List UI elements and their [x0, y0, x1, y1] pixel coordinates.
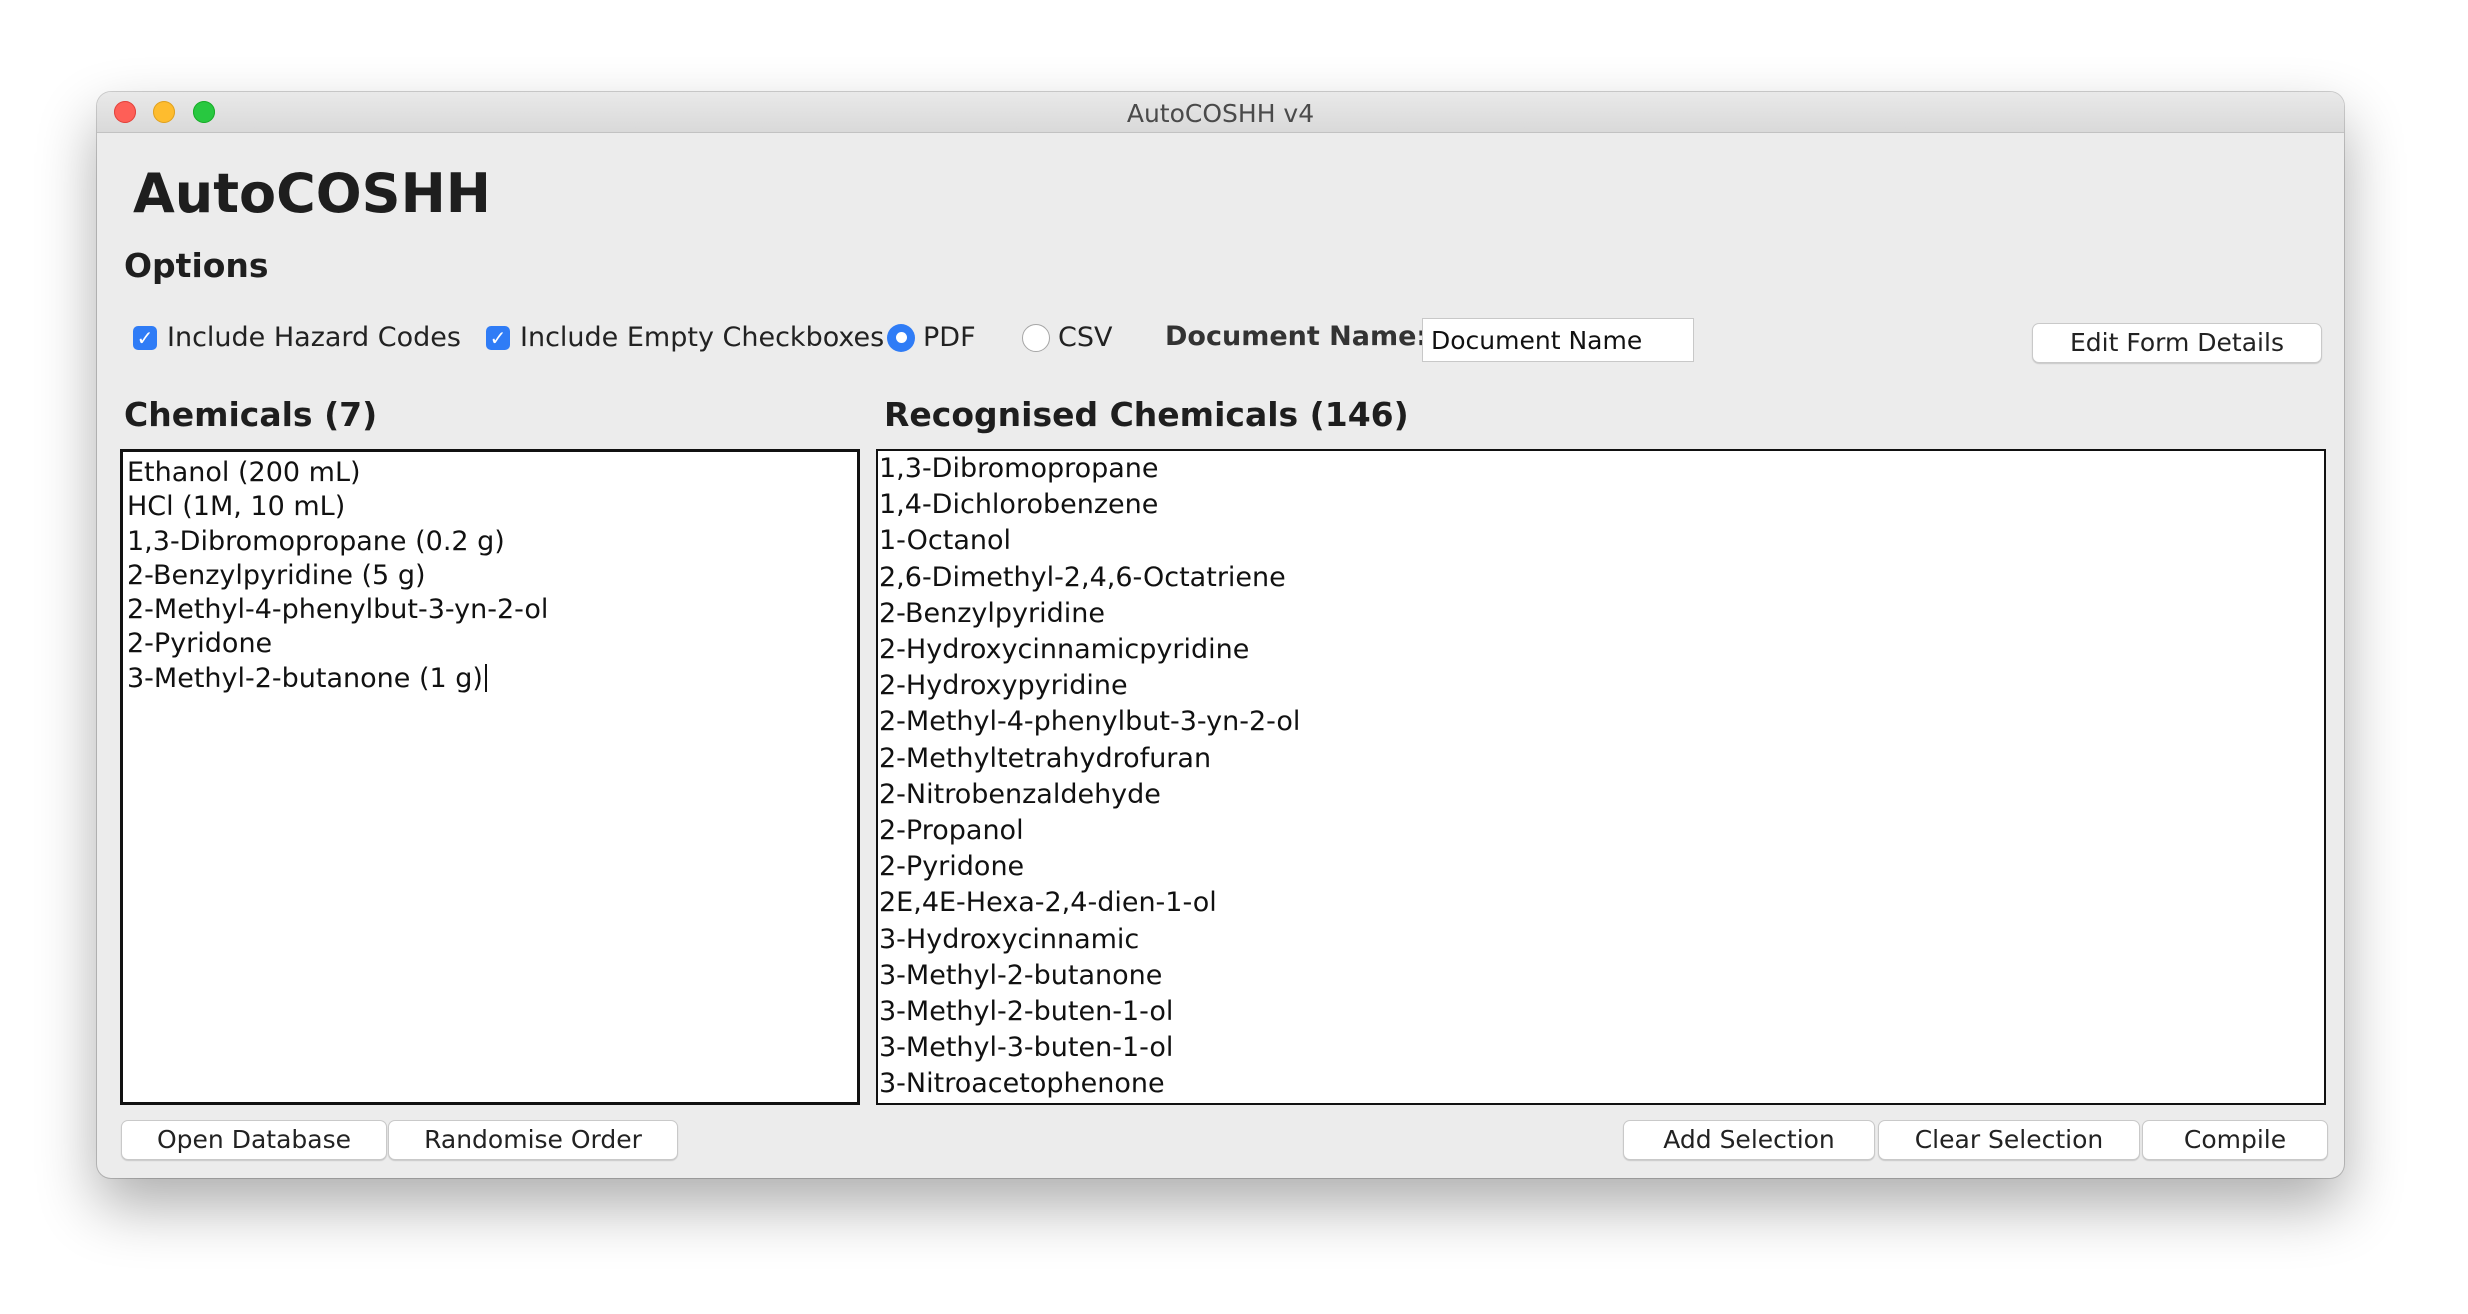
format-csv-label: CSV	[1058, 322, 1113, 353]
list-item[interactable]: 1,4-Dichlorobenzene	[879, 487, 2323, 523]
list-item[interactable]: 2-Nitrobenzaldehyde	[879, 777, 2323, 813]
radio-unselected-icon	[1022, 323, 1050, 352]
list-item[interactable]: 3-Methyl-3-buten-1-ol	[879, 1030, 2323, 1066]
format-csv-radio[interactable]: CSV	[1022, 322, 1112, 353]
list-item[interactable]: 2-Propanol	[879, 813, 2323, 849]
list-item[interactable]: 3-Nitroacetophenone	[879, 1066, 2323, 1102]
text-cursor	[484, 663, 487, 692]
list-item[interactable]: 2-Hydroxypyridine	[879, 668, 2323, 704]
list-item[interactable]: 3-Hydroxycinnamic	[879, 922, 2323, 958]
chemical-line-last: 3-Methyl-2-butanone (1 g)	[127, 662, 853, 696]
include-empty-checkboxes-label: Include Empty Checkboxes	[520, 322, 885, 353]
chemicals-text-area[interactable]: Ethanol (200 mL) HCl (1M, 10 mL) 1,3-Dib…	[120, 449, 860, 1105]
chemical-line: 1,3-Dibromopropane (0.2 g)	[127, 525, 505, 557]
recognised-chemicals-heading: Recognised Chemicals (146)	[884, 395, 1409, 434]
chemical-line: Ethanol (200 mL)	[127, 457, 361, 488]
add-selection-button[interactable]: Add Selection	[1623, 1120, 1875, 1160]
document-name-input[interactable]	[1422, 318, 1694, 362]
title-bar[interactable]: AutoCOSHH v4	[97, 92, 2344, 133]
recognised-chemicals-list[interactable]: 1,3-Dibromopropane 1,4-Dichlorobenzene 1…	[876, 449, 2326, 1105]
list-item[interactable]: 3-Methyl-2-buten-1-ol	[879, 994, 2323, 1030]
randomise-order-button[interactable]: Randomise Order	[388, 1120, 678, 1160]
document-name-label: Document Name:	[1165, 321, 1428, 352]
list-item[interactable]: 1-Octanol	[879, 523, 2323, 559]
chemical-line: 2-Benzylpyridine (5 g)	[127, 559, 426, 591]
chemical-line: HCl (1M, 10 mL)	[127, 491, 346, 523]
chemicals-heading: Chemicals (7)	[124, 395, 378, 434]
list-item[interactable]: 2-Methyltetrahydrofuran	[879, 741, 2323, 777]
list-item[interactable]: 2-Methyl-4-phenylbut-3-yn-2-ol	[879, 704, 2323, 740]
format-pdf-label: PDF	[923, 322, 976, 353]
window-title: AutoCOSHH v4	[1126, 99, 1315, 128]
format-pdf-radio[interactable]: PDF	[887, 322, 976, 353]
list-item[interactable]: 2-Pyridone	[879, 849, 2323, 885]
list-item[interactable]: 2E,4E-Hexa-2,4-dien-1-ol	[879, 885, 2323, 921]
radio-selected-icon	[887, 323, 915, 352]
chemical-line: 2-Methyl-4-phenylbut-3-yn-2-ol	[127, 594, 549, 626]
open-database-button[interactable]: Open Database	[121, 1120, 387, 1160]
list-item[interactable]: 3-Methyl-2-butanone	[879, 958, 2323, 994]
list-item[interactable]: 2-Hydroxycinnamicpyridine	[879, 632, 2323, 668]
compile-button[interactable]: Compile	[2142, 1120, 2328, 1160]
options-heading: Options	[124, 246, 269, 285]
chemical-line-text: 3-Methyl-2-butanone (1 g)	[127, 662, 483, 694]
edit-form-details-button[interactable]: Edit Form Details	[2032, 323, 2322, 363]
chemical-line: 2-Pyridone	[127, 628, 273, 660]
clear-selection-button[interactable]: Clear Selection	[1878, 1120, 2140, 1160]
list-item[interactable]: 1,3-Dibromopropane	[879, 451, 2323, 487]
app-title: AutoCOSHH	[133, 162, 491, 225]
checkmark-icon: ✓	[133, 325, 157, 350]
include-empty-checkboxes-checkbox[interactable]: ✓ Include Empty Checkboxes	[486, 322, 884, 353]
app-window: AutoCOSHH v4 AutoCOSHH Options ✓ Include…	[97, 92, 2344, 1178]
list-item[interactable]: 2,6-Dimethyl-2,4,6-Octatriene	[879, 560, 2323, 596]
include-hazard-codes-checkbox[interactable]: ✓ Include Hazard Codes	[133, 322, 461, 353]
checkmark-icon: ✓	[486, 325, 510, 350]
include-hazard-codes-label: Include Hazard Codes	[167, 322, 461, 353]
list-item[interactable]: 2-Benzylpyridine	[879, 596, 2323, 632]
